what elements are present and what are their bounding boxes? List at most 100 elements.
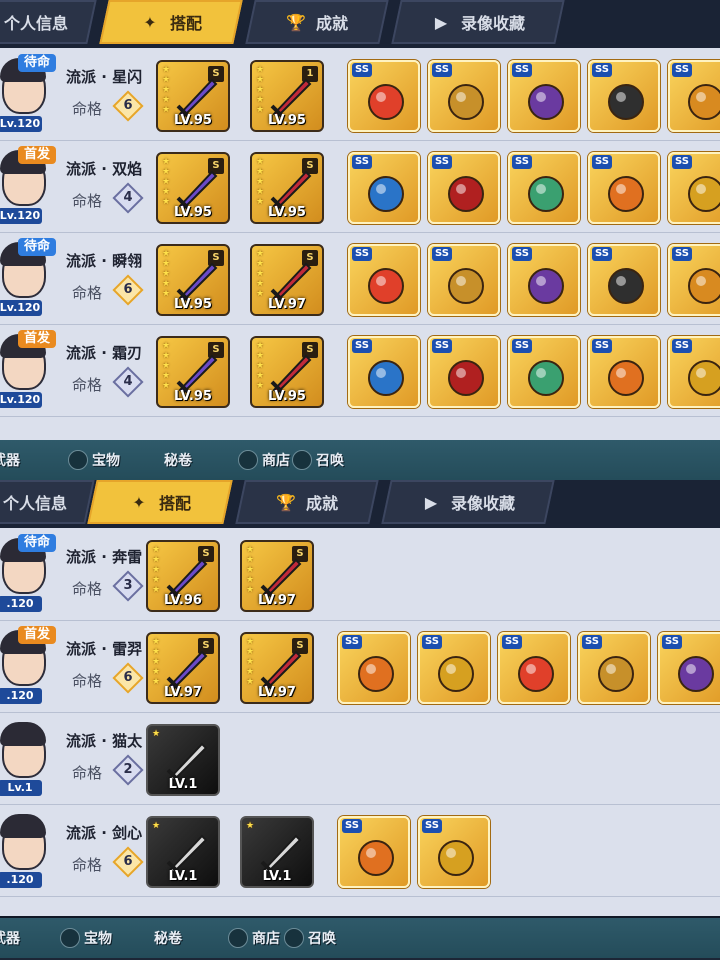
weapon-level: LV.95: [174, 205, 212, 220]
hero-avatar[interactable]: 首发 .120: [0, 626, 56, 704]
tab-loadout[interactable]: ✦ 搭配: [99, 0, 243, 44]
hero-avatar[interactable]: 待命 Lv.120: [0, 238, 56, 316]
nav-shop[interactable]: 商店: [238, 450, 290, 470]
treasure-slot[interactable]: SS: [428, 336, 500, 408]
school-name: 流派 · 双焰: [66, 160, 143, 178]
weapon-slot[interactable]: ★★★★★ S LV.95: [156, 60, 230, 132]
treasure-icon: [60, 928, 80, 948]
treasure-slot[interactable]: SS: [668, 244, 720, 316]
tab-profile[interactable]: 个人信息: [0, 480, 95, 524]
weapon-slot[interactable]: ★ LV.1: [146, 816, 220, 888]
weapon-slot[interactable]: ★★★★★ S LV.95: [156, 244, 230, 316]
treasure-slot[interactable]: SS: [498, 632, 570, 704]
weapon-slot[interactable]: ★★★★★ S LV.97: [146, 632, 220, 704]
nav-weapons[interactable]: 武器: [0, 450, 20, 470]
grade-badge: SS: [502, 635, 522, 649]
nav-shop[interactable]: 商店: [228, 928, 280, 948]
tab-loadout[interactable]: ✦ 搭配: [87, 480, 233, 524]
treasure-slot[interactable]: SS: [668, 60, 720, 132]
treasure-slot[interactable]: SS: [348, 336, 420, 408]
hero-row[interactable]: 待命 .120 流派 · 奔雷 命格 3 ★★★★★ S LV.96 ★★★★★ S LV.97: [0, 528, 720, 621]
grade-badge: SS: [422, 635, 442, 649]
hero-avatar[interactable]: Lv.1: [0, 718, 46, 796]
hero-avatar[interactable]: 首发 Lv.120: [0, 146, 56, 224]
play-icon: ▶: [424, 492, 438, 512]
weapon-slot[interactable]: ★ LV.1: [240, 816, 314, 888]
weapon-slot[interactable]: ★★★★★ S LV.97: [240, 632, 314, 704]
weapon-level: LV.95: [174, 297, 212, 312]
grade-badge: SS: [672, 247, 692, 261]
nav-scrolls[interactable]: 秘卷: [154, 928, 182, 948]
weapon-slot[interactable]: ★★★★★ S LV.95: [156, 152, 230, 224]
treasure-slot[interactable]: SS: [418, 816, 490, 888]
treasure-slot[interactable]: SS: [658, 632, 720, 704]
rarity-stars: ★★★★★: [162, 65, 171, 115]
hero-row[interactable]: Lv.1 流派 · 猫太 命格 2 ★ LV.1: [0, 712, 720, 805]
hero-row[interactable]: 首发 .120 流派 · 雷羿 命格 6 ★★★★★ S LV.97 ★★★★★ S LV.97 SS…: [0, 620, 720, 713]
hero-row[interactable]: 首发 Lv.120 流派 · 霜刃 命格 4 ★★★★★ S LV.95 ★★★★★ S LV.95…: [0, 324, 720, 417]
treasure-slot[interactable]: SS: [428, 152, 500, 224]
hero-avatar[interactable]: 待命 .120: [0, 534, 56, 612]
hero-row[interactable]: .120 流派 · 剑心 命格 6 ★ LV.1 ★ LV.1 SS SS: [0, 804, 720, 897]
status-badge: 首发: [18, 330, 56, 348]
tab-achievements[interactable]: 🏆 成就: [235, 480, 379, 524]
hero-row[interactable]: 待命 Lv.120 流派 · 瞬翎 命格 6 ★★★★★ S LV.95 ★★★★★ S LV.97…: [0, 232, 720, 325]
weapon-slot[interactable]: ★★★★★ S LV.95: [250, 152, 324, 224]
grade-badge: SS: [432, 339, 452, 353]
nav-treasures[interactable]: 宝物: [60, 928, 112, 948]
tab-achievements[interactable]: 🏆 成就: [245, 0, 389, 44]
fate-value: 4: [123, 190, 133, 205]
nav-treasures[interactable]: 宝物: [68, 450, 120, 470]
treasure-slot[interactable]: SS: [578, 632, 650, 704]
hero-list[interactable]: 待命 Lv.120 流派 · 星闪 命格 6 ★★★★★ S LV.95 ★★★★★ 1 LV.95…: [0, 48, 720, 440]
nav-scrolls[interactable]: 秘卷: [164, 450, 192, 470]
grade-badge: SS: [512, 155, 532, 169]
hero-avatar[interactable]: .120: [0, 810, 46, 888]
treasure-slot[interactable]: SS: [348, 60, 420, 132]
weapon-slot[interactable]: ★★★★★ S LV.96: [146, 540, 220, 612]
fate-badge: 6: [112, 846, 144, 878]
hero-list[interactable]: 待命 .120 流派 · 奔雷 命格 3 ★★★★★ S LV.96 ★★★★★ S LV.97 首发…: [0, 528, 720, 920]
treasure-slot[interactable]: SS: [588, 244, 660, 316]
hair: [0, 722, 46, 746]
treasure-slot[interactable]: SS: [588, 60, 660, 132]
hero-row[interactable]: 首发 Lv.120 流派 · 双焰 命格 4 ★★★★★ S LV.95 ★★★★★ S LV.95…: [0, 140, 720, 233]
weapon-slot[interactable]: ★★★★★ S LV.95: [156, 336, 230, 408]
treasure-slot[interactable]: SS: [668, 152, 720, 224]
weapon-slot[interactable]: ★★★★★ S LV.97: [240, 540, 314, 612]
level-badge: Lv.120: [0, 116, 42, 132]
status-badge: 待命: [18, 54, 56, 72]
hero-row[interactable]: 待命 Lv.120 流派 · 星闪 命格 6 ★★★★★ S LV.95 ★★★★★ 1 LV.95…: [0, 48, 720, 141]
treasure-slot[interactable]: SS: [508, 244, 580, 316]
treasure-slot[interactable]: SS: [588, 336, 660, 408]
treasure-slot[interactable]: SS: [338, 816, 410, 888]
nav-weapons[interactable]: 武器: [0, 928, 20, 948]
weapon-slot[interactable]: ★ LV.1: [146, 724, 220, 796]
treasure-slot[interactable]: SS: [508, 336, 580, 408]
treasure-slot[interactable]: SS: [508, 60, 580, 132]
treasure-slot[interactable]: SS: [418, 632, 490, 704]
weapon-slot[interactable]: ★★★★★ S LV.95: [250, 336, 324, 408]
treasure-slot[interactable]: SS: [508, 152, 580, 224]
rarity-stars: ★: [152, 821, 161, 831]
nav-summon[interactable]: 召唤: [292, 450, 344, 470]
hero-avatar[interactable]: 待命 Lv.120: [0, 54, 56, 132]
treasure-slot[interactable]: SS: [428, 60, 500, 132]
hero-avatar[interactable]: 首发 Lv.120: [0, 330, 56, 408]
tab-replays[interactable]: ▶ 录像收藏: [391, 0, 565, 44]
weapon-slot[interactable]: ★★★★★ S LV.97: [250, 244, 324, 316]
nav-summon[interactable]: 召唤: [284, 928, 336, 948]
summon-icon: [284, 928, 304, 948]
treasure-slot[interactable]: SS: [588, 152, 660, 224]
tab-profile[interactable]: 个人信息: [0, 0, 97, 44]
grade-badge: SS: [672, 155, 692, 169]
weapon-level: LV.96: [164, 593, 202, 608]
tab-replays[interactable]: ▶ 录像收藏: [381, 480, 555, 524]
treasure-slot[interactable]: SS: [668, 336, 720, 408]
treasure-slot[interactable]: SS: [348, 152, 420, 224]
treasure-slot[interactable]: SS: [338, 632, 410, 704]
treasure-slot[interactable]: SS: [348, 244, 420, 316]
treasure-slot[interactable]: SS: [428, 244, 500, 316]
treasure-icon: [442, 354, 490, 400]
weapon-slot[interactable]: ★★★★★ 1 LV.95: [250, 60, 324, 132]
